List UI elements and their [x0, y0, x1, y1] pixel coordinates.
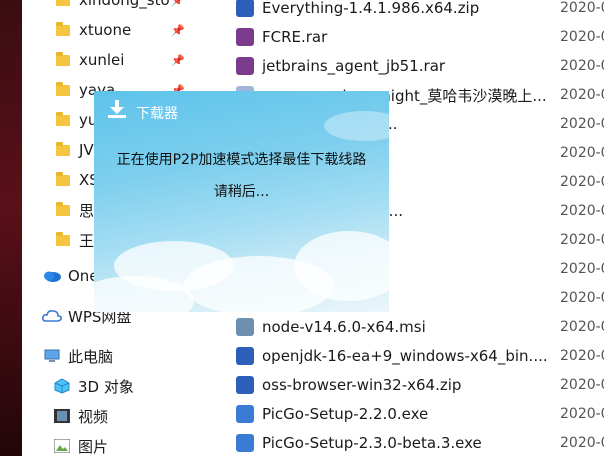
folder-icon [56, 81, 70, 96]
file-name: oss-browser-win32-x64.zip [262, 376, 462, 394]
folder-icon [56, 111, 70, 126]
dialog-message: 正在使用P2P加速模式选择最佳下载线路 [116, 152, 367, 168]
file-row[interactable]: node-v14.6.0-x64.msi 2020-0 [227, 314, 604, 340]
computer-icon [42, 348, 62, 364]
nav-folder-item[interactable]: xunlei 📌 [22, 46, 207, 74]
cloud-decoration [324, 111, 389, 141]
nav-label-this-pc: 此电脑 [68, 347, 114, 366]
zip-file-icon [236, 376, 254, 394]
file-row[interactable]: openjdk-16-ea+9_windows-x64_bin.... 2020-… [227, 343, 604, 369]
nav-folder-label: xtuone [79, 21, 132, 39]
folder-icon [56, 231, 70, 246]
nav-label-pictures: 图片 [78, 437, 109, 456]
folder-icon [56, 201, 70, 216]
file-date: 2020-0 [560, 406, 604, 422]
file-date: 2020-0 [560, 0, 604, 16]
file-date: 2020-0 [560, 29, 604, 45]
nav-item-3d-objects[interactable]: 3D 对象 [22, 372, 207, 400]
pin-icon[interactable]: 📌 [171, 0, 185, 7]
file-name: Everything-1.4.1.986.x64.zip [262, 0, 480, 17]
folder-icon [56, 0, 70, 6]
file-date: 2020-0 [560, 435, 604, 451]
nav-folder-label: xunlei [79, 51, 125, 69]
rar-file-icon [236, 57, 254, 75]
zip-file-icon [236, 0, 254, 17]
dialog-wait-message: 请稍后... [213, 184, 270, 200]
nav-folder-item[interactable]: xtuone 📌 [22, 16, 207, 44]
nav-item-videos[interactable]: 视频 [22, 402, 207, 430]
cloud-icon [42, 268, 62, 284]
nav-folder-label: JV [79, 141, 94, 159]
exe-file-icon [236, 405, 254, 423]
file-name: PicGo-Setup-2.2.0.exe [262, 405, 429, 423]
rar-file-icon [236, 28, 254, 46]
msi-file-icon [236, 318, 254, 336]
file-date: 2020-0 [560, 58, 604, 74]
wps-cloud-icon [42, 308, 62, 324]
file-row[interactable]: FCRE.rar 2020-0 [227, 24, 604, 50]
download-icon [106, 99, 128, 119]
file-row[interactable]: Everything-1.4.1.986.x64.zip 2020-0 [227, 0, 604, 21]
file-date: 2020-0 [560, 145, 604, 161]
folder-icon [56, 51, 70, 66]
nav-folder-label: 王 [79, 231, 95, 250]
nav-folder-label: 思 [79, 201, 95, 220]
nav-item-this-pc[interactable]: 此电脑 [22, 342, 207, 370]
picture-icon [52, 438, 72, 454]
dialog-title: 下载器 [136, 106, 178, 122]
zip-file-icon [236, 347, 254, 365]
file-row[interactable]: PicGo-Setup-2.3.0-beta.3.exe 2020-0 [227, 430, 604, 456]
nav-item-pictures[interactable]: 图片 [22, 432, 207, 456]
file-row[interactable]: jetbrains_agent_jb51.rar 2020-0 [227, 53, 604, 79]
file-date: 2020-0 [560, 290, 604, 306]
folder-icon [56, 141, 70, 156]
pin-icon[interactable]: 📌 [171, 24, 185, 37]
folder-icon [56, 171, 70, 186]
file-name: PicGo-Setup-2.3.0-beta.3.exe [262, 434, 482, 452]
file-date: 2020-0 [560, 377, 604, 393]
file-row[interactable]: PicGo-Setup-2.2.0.exe 2020-0 [227, 401, 604, 427]
file-name: FCRE.rar [262, 28, 328, 46]
folder-icon [56, 21, 70, 36]
file-name: node-v14.6.0-x64.msi [262, 318, 426, 336]
nav-label-3d-objects: 3D 对象 [78, 377, 134, 396]
file-date: 2020-0 [560, 232, 604, 248]
nav-label-videos: 视频 [78, 407, 109, 426]
nav-folder-item[interactable]: xindong_sto 📌 [22, 0, 207, 14]
cube-icon [52, 378, 72, 394]
file-date: 2020-0 [560, 116, 604, 132]
file-date: 2020-0 [560, 174, 604, 190]
file-name: jetbrains_agent_jb51.rar [262, 57, 446, 75]
exe-file-icon [236, 434, 254, 452]
downloader-dialog: 下载器 正在使用P2P加速模式选择最佳下载线路 请稍后... [94, 91, 389, 312]
file-date: 2020-0 [560, 348, 604, 364]
file-date: 2020-0 [560, 203, 604, 219]
film-icon [52, 408, 72, 424]
file-date: 2020-0 [560, 319, 604, 335]
file-row[interactable]: oss-browser-win32-x64.zip 2020-0 [227, 372, 604, 398]
desktop-background-strip [0, 0, 22, 456]
nav-folder-label: xindong_sto [79, 0, 170, 9]
pin-icon[interactable]: 📌 [171, 54, 185, 67]
file-name: openjdk-16-ea+9_windows-x64_bin.... [262, 347, 548, 365]
file-date: 2020-0 [560, 87, 604, 103]
file-date: 2020-0 [560, 261, 604, 277]
